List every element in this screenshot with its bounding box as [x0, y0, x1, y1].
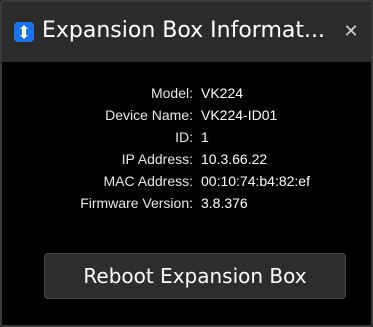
close-icon[interactable]: ✕ — [336, 17, 366, 47]
info-label: ID: — [175, 129, 193, 145]
info-value: 1 — [201, 129, 209, 145]
info-value: VK224-ID01 — [201, 107, 278, 123]
info-row-mac-address: MAC Address: 00:10:74:b4:82:ef — [2, 170, 371, 192]
info-value: 10.3.66.22 — [201, 151, 268, 167]
reboot-expansion-box-button[interactable]: Reboot Expansion Box — [44, 253, 346, 299]
title-bar: Expansion Box Informat... ✕ — [2, 2, 371, 62]
info-label: IP Address: — [121, 151, 193, 167]
app-logo-icon — [14, 22, 34, 42]
info-row-model: Model: VK224 — [2, 82, 371, 104]
info-row-firmware-version: Firmware Version: 3.8.376 — [2, 192, 371, 214]
info-label: Model: — [150, 85, 193, 101]
info-label: Device Name: — [105, 107, 193, 123]
info-value: 3.8.376 — [201, 195, 248, 211]
info-row-device-name: Device Name: VK224-ID01 — [2, 104, 371, 126]
info-row-ip-address: IP Address: 10.3.66.22 — [2, 148, 371, 170]
expansion-box-info-dialog: Expansion Box Informat... ✕ Model: VK224… — [0, 0, 373, 327]
info-label: Firmware Version: — [80, 195, 193, 211]
info-row-id: ID: 1 — [2, 126, 371, 148]
window-title: Expansion Box Informat... — [42, 18, 325, 43]
info-value: 00:10:74:b4:82:ef — [201, 173, 310, 189]
info-value: VK224 — [201, 85, 244, 101]
info-label: MAC Address: — [103, 173, 193, 189]
